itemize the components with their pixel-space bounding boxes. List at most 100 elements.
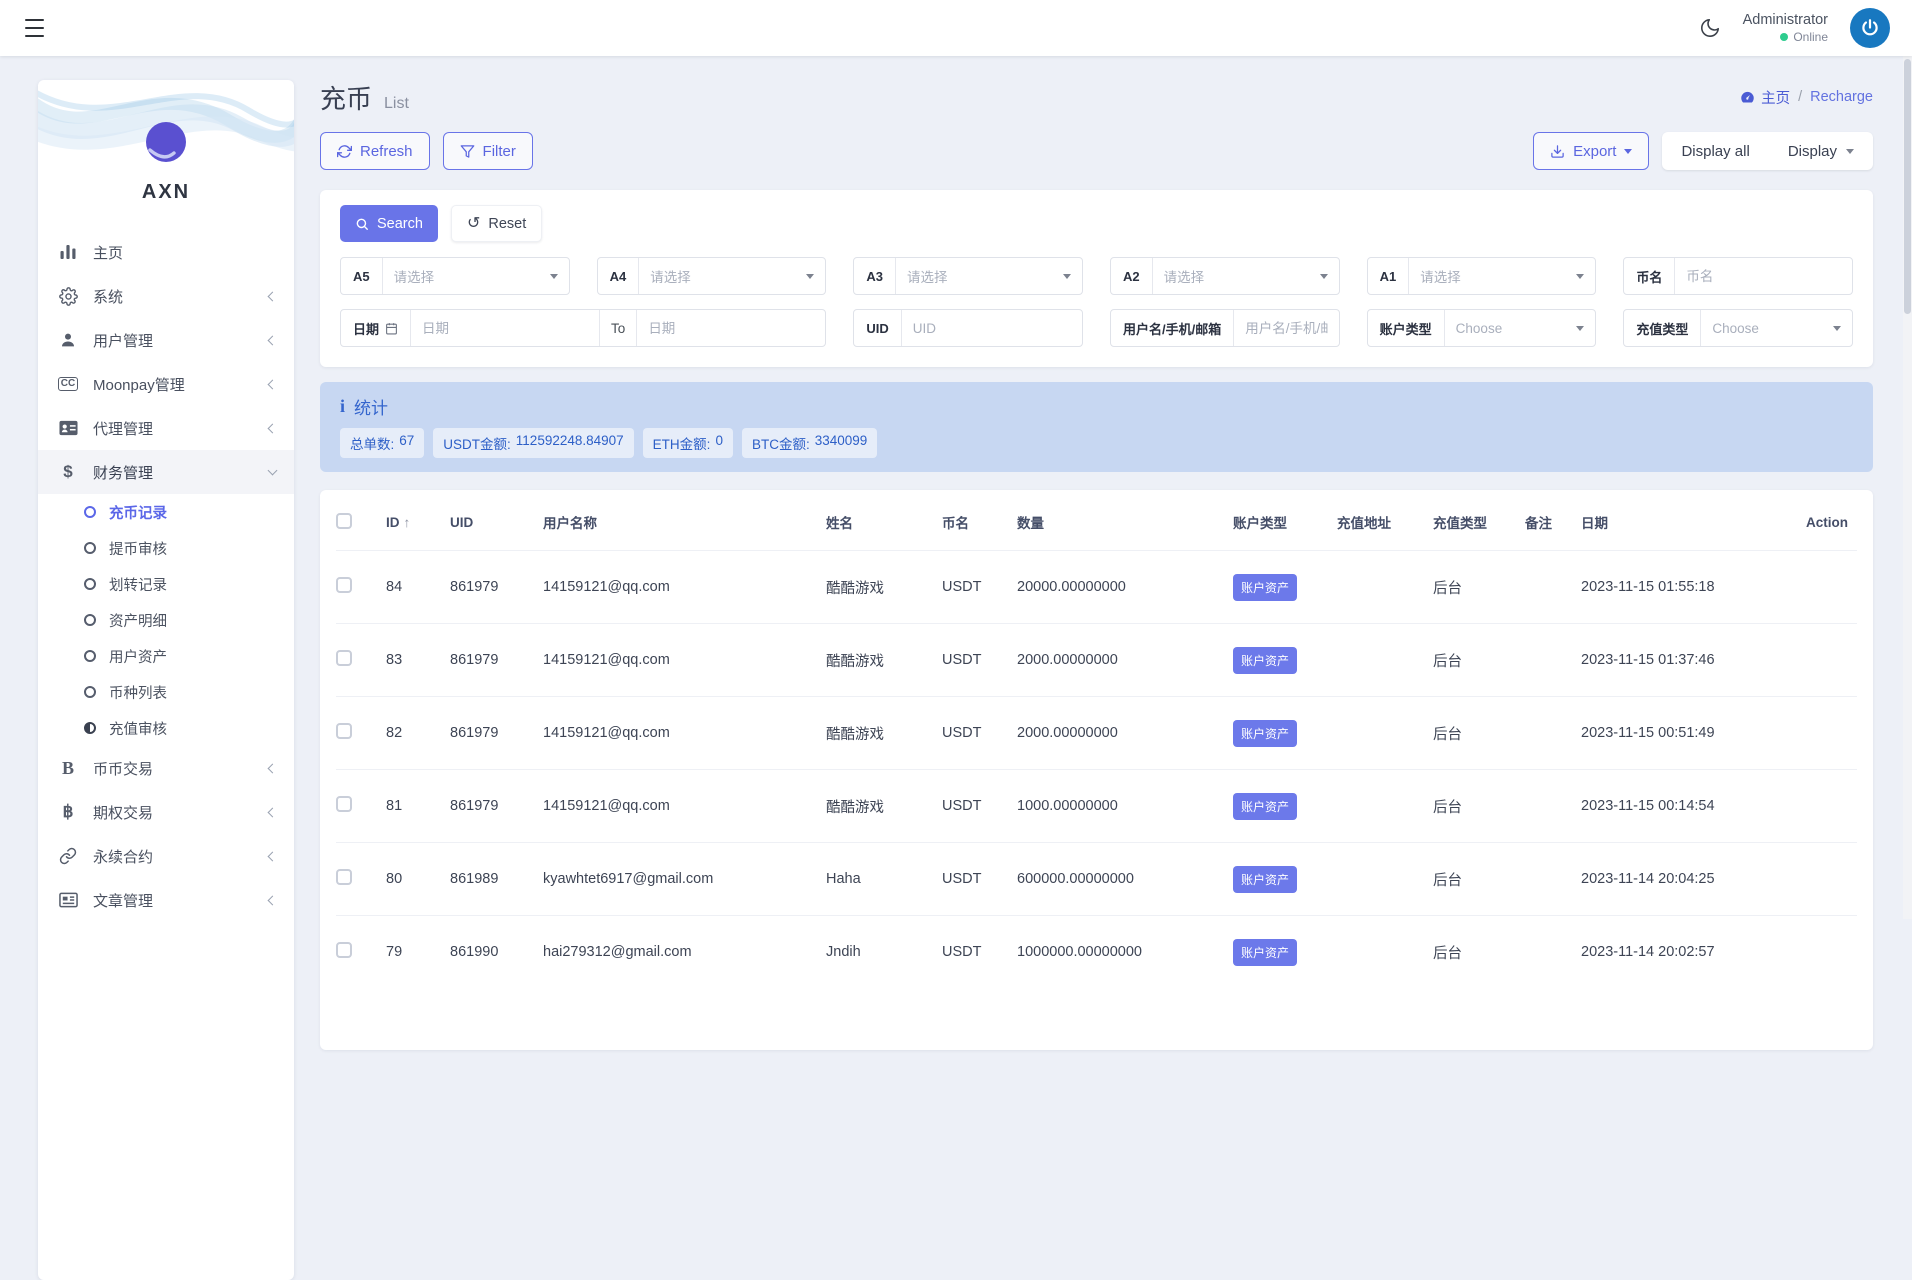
- cell-coin: USDT: [942, 579, 982, 595]
- sidebar-item-home[interactable]: 主页: [38, 230, 294, 274]
- select-placeholder: 请选择: [1163, 270, 1205, 285]
- hamburger-menu-button[interactable]: [22, 18, 48, 38]
- stat-chip-eth-amount: ETH金额: 0: [642, 428, 733, 458]
- half-circle-icon: [84, 722, 96, 734]
- sidebar-item-finance-management[interactable]: $ 财务管理: [38, 450, 294, 494]
- sidebar-item-system[interactable]: 系统: [38, 274, 294, 318]
- col-coin: 币名: [942, 516, 969, 531]
- breadcrumb-current[interactable]: Recharge: [1810, 89, 1873, 105]
- cell-date: 2023-11-14 20:04:25: [1581, 871, 1715, 887]
- submenu-item-recharge-records[interactable]: 充币记录: [38, 494, 294, 530]
- refresh-button[interactable]: Refresh: [320, 132, 430, 170]
- submenu-item-label: 币种列表: [109, 685, 167, 702]
- row-checkbox[interactable]: [336, 650, 352, 666]
- stat-value: 0: [715, 433, 723, 448]
- stat-chip-total-orders: 总单数: 67: [340, 428, 425, 458]
- dark-mode-toggle[interactable]: [1699, 17, 1721, 39]
- row-checkbox[interactable]: [336, 796, 352, 812]
- user-avatar[interactable]: [1850, 8, 1890, 48]
- cell-username: 14159121@qq.com: [543, 652, 670, 668]
- row-checkbox[interactable]: [336, 723, 352, 739]
- chevron-left-icon: [267, 895, 278, 905]
- filter-select-a1[interactable]: A1 请选择: [1366, 257, 1597, 295]
- submenu-item-asset-details[interactable]: 资产明细: [38, 602, 294, 638]
- reset-label: Reset: [488, 215, 527, 232]
- sidebar-item-label: 文章管理: [93, 892, 154, 910]
- sidebar-item-moonpay[interactable]: CC Moonpay管理: [38, 362, 294, 406]
- sidebar-item-perpetual-contracts[interactable]: 永续合约: [38, 834, 294, 878]
- cell-date: 2023-11-15 00:14:54: [1581, 798, 1715, 814]
- filter-label: 日期: [341, 310, 412, 346]
- select-placeholder: Choose: [1455, 320, 1503, 336]
- display-group: Display all Display: [1662, 132, 1873, 170]
- cell-id: 82: [386, 725, 403, 741]
- cell-username: kyawhtet6917@gmail.com: [543, 871, 714, 887]
- caret-down-icon: [1319, 273, 1328, 279]
- user-input[interactable]: [1245, 320, 1328, 336]
- coin-name-input[interactable]: [1686, 268, 1841, 284]
- dollar-icon: $: [63, 462, 73, 481]
- filter-select-a5[interactable]: A5 请选择: [340, 257, 570, 295]
- submenu-item-transfer-records[interactable]: 划转记录: [38, 566, 294, 602]
- page-title: 充币 List: [320, 79, 409, 116]
- sidebar-item-article-management[interactable]: 文章管理: [38, 878, 294, 922]
- submenu-item-coin-list[interactable]: 币种列表: [38, 674, 294, 710]
- date-from-input[interactable]: [422, 320, 589, 336]
- filter-label: 用户名/手机/邮箱: [1111, 310, 1235, 346]
- filter-label: A2: [1111, 258, 1153, 294]
- filter-recharge-type[interactable]: 充值类型 Choose: [1623, 309, 1853, 347]
- row-checkbox[interactable]: [336, 869, 352, 885]
- account-type-badge: 账户资产: [1233, 646, 1298, 674]
- date-to-input[interactable]: [648, 320, 815, 336]
- vertical-scrollbar[interactable]: [1903, 56, 1912, 919]
- sidebar-item-spot-trading[interactable]: B 币币交易: [38, 746, 294, 790]
- sidebar-item-label: 系统: [93, 288, 124, 306]
- table-row: 84 861979 14159121@qq.com 酷酷游戏 USDT 2000…: [336, 550, 1857, 623]
- filter-select-a3[interactable]: A3 请选择: [853, 257, 1083, 295]
- sidebar-item-user-management[interactable]: 用户管理: [38, 318, 294, 362]
- submenu-item-label: 用户资产: [109, 649, 167, 666]
- col-id[interactable]: ID ↑: [386, 515, 450, 530]
- display-button[interactable]: Display: [1769, 132, 1873, 170]
- stat-chip-btc-amount: BTC金额: 3340099: [741, 428, 878, 458]
- display-all-button[interactable]: Display all: [1662, 132, 1768, 170]
- filter-button[interactable]: Filter: [442, 132, 533, 170]
- sidebar-item-agent-management[interactable]: 代理管理: [38, 406, 294, 450]
- cc-icon: CC: [56, 377, 80, 391]
- breadcrumb-home-link[interactable]: 主页: [1740, 87, 1790, 108]
- chevron-left-icon: [267, 379, 278, 389]
- submenu-item-recharge-review[interactable]: 充值审核: [38, 710, 294, 746]
- chevron-left-icon: [267, 423, 278, 433]
- cell-name: 酷酷游戏: [826, 799, 884, 816]
- newspaper-icon: [56, 892, 80, 908]
- row-checkbox[interactable]: [336, 577, 352, 593]
- filter-account-type[interactable]: 账户类型 Choose: [1366, 309, 1597, 347]
- cell-amount: 1000.00000000: [1017, 798, 1118, 814]
- filter-select-a4[interactable]: A4 请选择: [596, 257, 827, 295]
- sidebar-item-label: 用户管理: [93, 332, 154, 350]
- circle-icon: [84, 578, 96, 590]
- cell-id: 80: [386, 871, 403, 887]
- display-label: Display: [1787, 142, 1837, 160]
- submenu-item-user-assets[interactable]: 用户资产: [38, 638, 294, 674]
- uid-input[interactable]: [912, 320, 1071, 336]
- sidebar-item-options-trading[interactable]: ฿ 期权交易: [38, 790, 294, 834]
- select-all-checkbox[interactable]: [336, 512, 352, 529]
- moon-icon: [1699, 17, 1721, 39]
- filter-coin-name: 币名: [1623, 257, 1853, 295]
- bar-chart-icon: [56, 243, 80, 261]
- cell-coin: USDT: [942, 798, 982, 814]
- submenu-item-label: 划转记录: [109, 577, 167, 594]
- search-button[interactable]: Search: [340, 205, 438, 242]
- filter-select-a2[interactable]: A2 请选择: [1110, 257, 1340, 295]
- scrollbar-thumb[interactable]: [1904, 59, 1911, 314]
- caret-down-icon: [1624, 148, 1633, 154]
- row-checkbox[interactable]: [336, 942, 352, 958]
- submenu-item-withdraw-review[interactable]: 提币审核: [38, 530, 294, 566]
- sort-asc-icon: ↑: [403, 514, 411, 530]
- user-name: Administrator: [1742, 12, 1828, 29]
- reset-button[interactable]: ↺ Reset: [450, 205, 543, 242]
- filter-date-range: 日期 To: [340, 309, 827, 347]
- col-amount: 数量: [1017, 516, 1044, 531]
- export-button[interactable]: Export: [1533, 132, 1650, 170]
